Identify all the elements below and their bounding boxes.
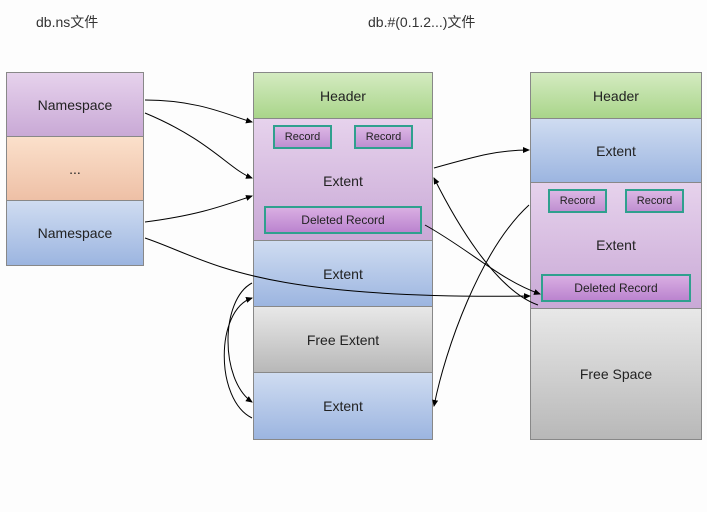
ns-column: Namespace ... Namespace <box>6 72 144 266</box>
right-column: Header Extent Record Record Extent Delet… <box>530 72 702 440</box>
mid-column: Header Record Record Extent Deleted Reco… <box>253 72 433 440</box>
right-deleted-record: Deleted Record <box>541 274 691 302</box>
ns-top: Namespace <box>7 73 143 137</box>
mid-deleted-record: Deleted Record <box>264 206 422 234</box>
mid-record-1: Record <box>273 125 332 149</box>
ns-ellipsis: ... <box>7 137 143 201</box>
right-record-1: Record <box>548 189 607 213</box>
title-right: db.#(0.1.2...)文件 <box>368 12 475 32</box>
right-extent-top: Extent <box>531 119 701 183</box>
mid-header: Header <box>254 73 432 119</box>
title-left: db.ns文件 <box>36 12 98 32</box>
mid-extent-3: Extent <box>254 373 432 439</box>
mid-free-extent: Free Extent <box>254 307 432 373</box>
mid-extent-2: Extent <box>254 241 432 307</box>
right-record-2: Record <box>625 189 684 213</box>
mid-extent-1: Record Record Extent Deleted Record <box>254 119 432 241</box>
mid-extent-1-label: Extent <box>254 173 432 189</box>
right-extent-mid-label: Extent <box>531 237 701 253</box>
ns-bottom: Namespace <box>7 201 143 265</box>
right-header: Header <box>531 73 701 119</box>
right-free-space: Free Space <box>531 309 701 439</box>
mid-record-2: Record <box>354 125 413 149</box>
right-extent-mid: Record Record Extent Deleted Record <box>531 183 701 309</box>
